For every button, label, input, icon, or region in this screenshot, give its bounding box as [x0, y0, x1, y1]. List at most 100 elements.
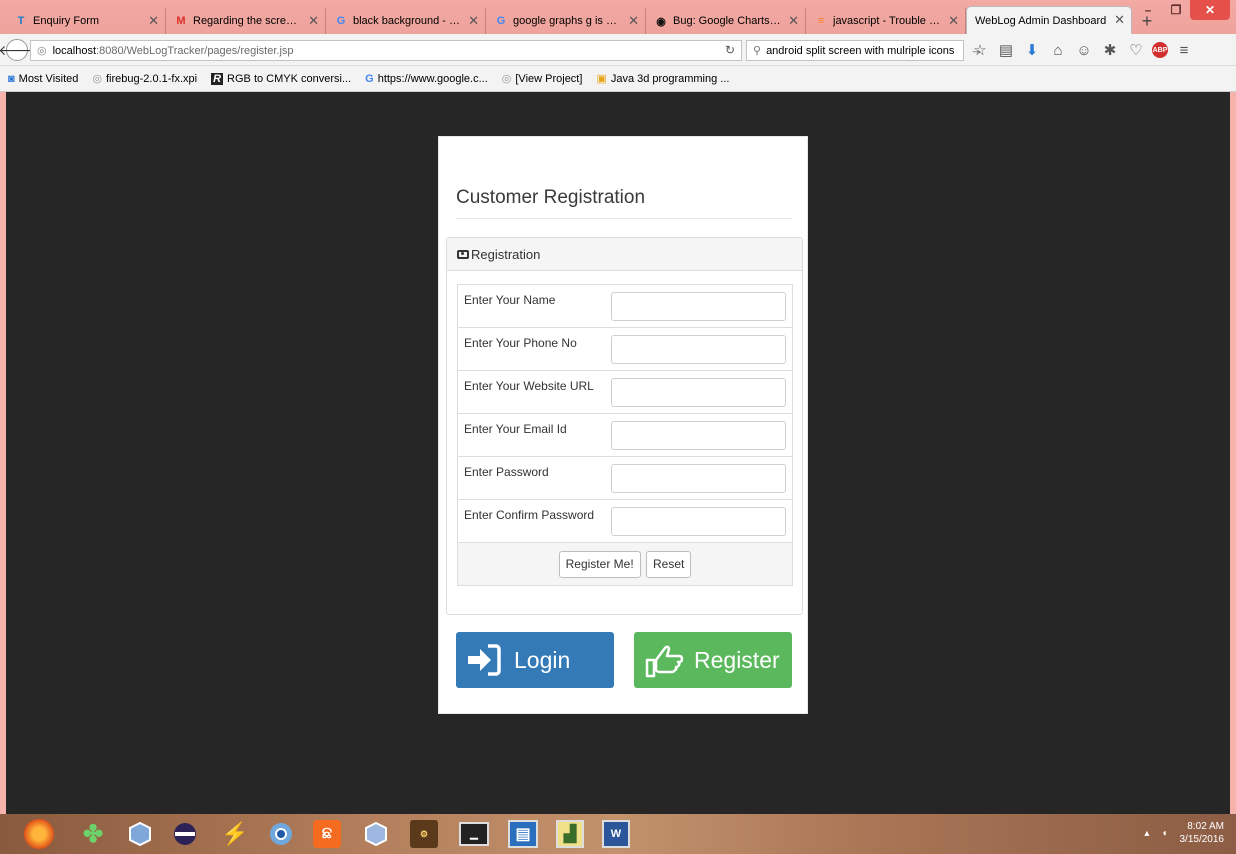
system-tray: ▴ ◖ 8:02 AM 3/15/2016 — [1144, 820, 1224, 846]
firefox-icon[interactable] — [24, 819, 54, 849]
search-text: android split screen with mulriple icons — [766, 44, 955, 57]
tab-google-search-1[interactable]: G black background - Goo... ✕ — [326, 8, 486, 34]
cmd-icon[interactable]: ▁ — [459, 822, 489, 846]
url-path: :8080/WebLogTracker/pages/register.jsp — [96, 44, 294, 57]
bookmark-most-visited[interactable]: ◙ Most Visited — [8, 73, 78, 85]
close-icon[interactable]: ✕ — [948, 13, 959, 29]
close-icon[interactable]: ✕ — [1114, 12, 1125, 28]
github-icon: ◉ — [656, 15, 666, 28]
form-row-email: Enter Your Email Id — [457, 413, 793, 457]
windows-taskbar: ✤ ⚡ ଛ ⚙ ▁ ▤ ▟ W ▴ ◖ 8:02 AM 3/15/2016 — [0, 814, 1236, 854]
close-icon[interactable]: ✕ — [628, 13, 639, 29]
name-field[interactable] — [610, 291, 786, 321]
reload-icon[interactable]: ↻ — [725, 43, 735, 57]
bookmark-google[interactable]: G https://www.google.c... — [365, 73, 488, 85]
pocket-icon[interactable]: ♡ — [1126, 40, 1146, 60]
tab-google-search-2[interactable]: G google graphs g is unde... ✕ — [486, 8, 646, 34]
download-icon[interactable]: ⬇ — [1022, 40, 1042, 60]
register-me-button[interactable]: Register Me! — [558, 550, 641, 578]
reset-button[interactable]: Reset — [646, 550, 692, 578]
tab-favicon-icon: T — [17, 15, 25, 27]
email-field[interactable] — [610, 420, 786, 450]
website-url-field[interactable] — [610, 377, 786, 407]
field-label: Enter Your Phone No — [457, 327, 608, 371]
form-row-website: Enter Your Website URL — [457, 370, 793, 414]
virtualbox-icon-2[interactable] — [360, 818, 392, 850]
maximize-button[interactable]: ❐ — [1162, 0, 1190, 20]
virtualbox-icon[interactable] — [124, 818, 156, 850]
tab-title: Regarding the screensh... — [193, 15, 303, 27]
gmail-icon: M — [176, 15, 186, 27]
registration-card: Customer Registration Registration Enter… — [438, 136, 808, 714]
tab-github-bug[interactable]: ◉ Bug: Google Charts will ... ✕ — [646, 8, 806, 34]
navigation-bar: 🡐 ◎ localhost:8080/WebLogTracker/pages/r… — [0, 34, 1236, 66]
clover-icon[interactable]: ✤ — [77, 818, 109, 850]
globe-icon: ◎ — [92, 73, 102, 85]
google-icon: G — [496, 15, 506, 27]
remote-desktop-icon[interactable]: ▤ — [508, 820, 538, 848]
chrome-icon[interactable] — [265, 818, 297, 850]
bookmark-view-project[interactable]: ◎ [View Project] — [501, 72, 583, 86]
adblock-icon[interactable]: ABP — [1152, 42, 1168, 58]
menu-icon[interactable]: ≡ — [1174, 40, 1194, 60]
clock[interactable]: 8:02 AM 3/15/2016 — [1180, 820, 1225, 846]
volume-icon[interactable]: ◖ — [1161, 828, 1167, 839]
chat-icon[interactable]: ☺ — [1074, 40, 1094, 60]
show-hidden-icons-icon[interactable]: ▴ — [1144, 828, 1149, 839]
flash-icon[interactable]: ⚡ — [219, 818, 251, 850]
tab-weblog-admin-dashboard[interactable]: WebLog Admin Dashboard ✕ — [966, 6, 1132, 34]
confirm-password-field[interactable] — [610, 506, 786, 536]
sign-in-icon — [468, 644, 501, 676]
field-label: Enter Password — [457, 456, 608, 500]
page-viewport: Customer Registration Registration Enter… — [6, 92, 1230, 814]
page-title: Customer Registration — [456, 187, 646, 208]
clock-time: 8:02 AM — [1187, 821, 1224, 832]
javaee-ide-icon[interactable]: ⚙ — [410, 820, 438, 848]
back-button[interactable]: 🡐 — [0, 39, 36, 61]
search-input[interactable]: ⚲ android split screen with mulriple ico… — [746, 40, 983, 61]
form-row-confirm-password: Enter Confirm Password — [457, 499, 793, 543]
firebug-icon[interactable]: ✱ — [1100, 40, 1120, 60]
tab-strip: T Enquiry Form ✕ M Regarding the screens… — [6, 6, 1158, 34]
reading-list-icon[interactable]: ▤ — [996, 40, 1016, 60]
login-button[interactable]: Login — [456, 632, 614, 688]
minimize-button[interactable]: – — [1134, 0, 1162, 20]
globe-icon: ◎ — [501, 73, 512, 85]
eclipse-icon[interactable] — [169, 818, 201, 850]
tab-stackoverflow[interactable]: ≡ javascript - Trouble with... ✕ — [806, 8, 966, 34]
bookmark-star-icon[interactable]: ☆ — [970, 40, 990, 60]
word-icon[interactable]: W — [602, 820, 630, 848]
bookmark-label: https://www.google.c... — [377, 72, 488, 85]
form-row-password: Enter Password — [457, 456, 793, 500]
password-field[interactable] — [610, 463, 786, 493]
bookmark-java-3d[interactable]: ▣ Java 3d programming ... — [596, 72, 730, 86]
login-label: Login — [514, 646, 571, 673]
bookmark-label: Most Visited — [18, 72, 79, 85]
phone-field[interactable] — [610, 334, 786, 364]
registration-form: Enter Your Name Enter Your Phone No Ente… — [457, 284, 793, 586]
url-bar[interactable]: ◎ localhost:8080/WebLogTracker/pages/reg… — [30, 40, 742, 61]
close-icon[interactable]: ✕ — [788, 13, 799, 29]
bookmark-page-icon: ▣ — [596, 73, 607, 85]
bookmark-rgb-cmyk[interactable]: R RGB to CMYK conversi... — [211, 72, 351, 85]
close-window-button[interactable]: ✕ — [1190, 0, 1230, 20]
home-icon[interactable]: ⌂ — [1048, 40, 1068, 60]
tab-gmail[interactable]: M Regarding the screensh... ✕ — [166, 8, 326, 34]
tab-enquiry-form[interactable]: T Enquiry Form ✕ — [6, 8, 166, 34]
project-icon[interactable]: ▟ — [556, 820, 584, 848]
bookmark-label: Java 3d programming ... — [610, 72, 730, 85]
xampp-icon[interactable]: ଛ — [313, 820, 341, 848]
close-icon[interactable]: ✕ — [308, 13, 319, 29]
site-info-icon[interactable]: ◎ — [37, 44, 47, 57]
register-label: Register — [694, 646, 780, 673]
close-icon[interactable]: ✕ — [148, 13, 159, 29]
browser-titlebar: T Enquiry Form ✕ M Regarding the screens… — [0, 0, 1236, 34]
google-icon: G — [365, 72, 374, 85]
close-icon[interactable]: ✕ — [468, 13, 479, 29]
field-label: Enter Confirm Password — [457, 499, 608, 543]
tab-title: Bug: Google Charts will ... — [673, 15, 783, 27]
register-button[interactable]: Register — [634, 632, 792, 688]
bookmark-label: [View Project] — [515, 72, 583, 85]
bookmark-firebug[interactable]: ◎ firebug-2.0.1-fx.xpi — [92, 72, 197, 86]
tab-title: Enquiry Form — [33, 15, 100, 27]
